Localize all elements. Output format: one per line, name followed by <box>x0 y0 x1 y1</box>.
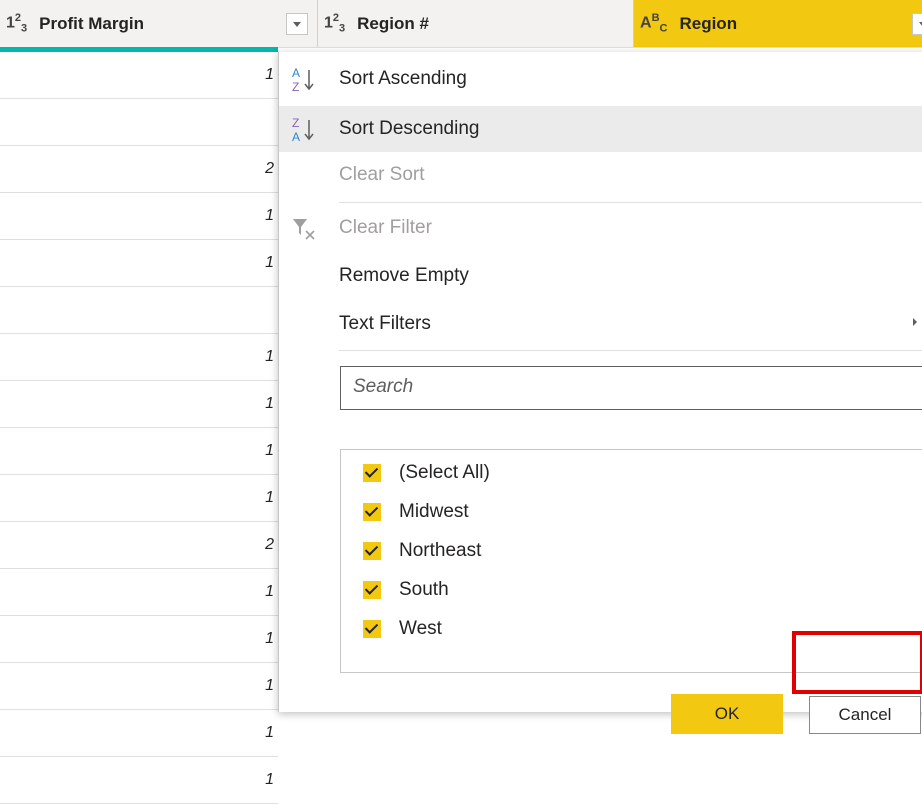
column-dropdown-button[interactable] <box>912 13 922 35</box>
clear-filter-item[interactable]: Clear Filter <box>279 205 922 251</box>
table-row: 1 <box>0 663 278 710</box>
sort-descending-icon: Z A <box>292 116 314 144</box>
profit-margin-cell: 1 <box>265 442 274 459</box>
svg-text:A: A <box>292 66 300 80</box>
filter-item-label: Northeast <box>399 540 482 561</box>
clear-sort-label: Clear Sort <box>339 164 425 185</box>
column-title: Region # <box>357 13 429 33</box>
filter-item-west[interactable]: West <box>363 610 442 648</box>
remove-empty-item[interactable]: Remove Empty <box>279 253 922 299</box>
profit-margin-cell: 1 <box>265 66 274 83</box>
profit-margin-cell: 1 <box>265 677 274 694</box>
checkbox[interactable] <box>363 503 381 521</box>
profit-margin-cell: 1 <box>265 724 274 741</box>
profit-margin-cell: 1 <box>265 348 274 365</box>
text-filters-item[interactable]: Text Filters <box>279 301 922 347</box>
clear-filter-label: Clear Filter <box>339 217 432 238</box>
sort-descending-item[interactable]: Z A Sort Descending <box>279 106 922 152</box>
filter-item-select-all[interactable]: (Select All) <box>363 454 490 492</box>
svg-text:Z: Z <box>292 80 299 94</box>
text-type-icon[interactable]: ABC <box>640 12 667 35</box>
table-row: 1 <box>0 757 278 804</box>
table-row: 1 <box>0 710 278 757</box>
profit-margin-cell: 1 <box>265 630 274 647</box>
checkbox[interactable] <box>363 620 381 638</box>
table-row: 1 <box>0 334 278 381</box>
table-row: 1 <box>0 569 278 616</box>
sort-ascending-label: Sort Ascending <box>339 68 467 89</box>
search-box[interactable] <box>340 366 922 410</box>
table-row: 1 <box>0 616 278 663</box>
table-row: 1 <box>0 193 278 240</box>
ok-button[interactable]: OK <box>671 694 783 734</box>
table-row: 1 <box>0 475 278 522</box>
profit-margin-cell: 1 <box>265 583 274 600</box>
profit-margin-cell: 1 <box>265 395 274 412</box>
clear-filter-icon <box>293 219 315 240</box>
filter-item-south[interactable]: South <box>363 571 449 609</box>
filter-item-label: Midwest <box>399 501 469 522</box>
filter-item-label: South <box>399 579 449 600</box>
table-row <box>0 99 278 146</box>
chevron-right-icon <box>913 318 917 326</box>
table-row: 1 <box>0 428 278 475</box>
table-row: 1 <box>0 52 278 99</box>
checkbox[interactable] <box>363 464 381 482</box>
profit-margin-cell: 1 <box>265 771 274 788</box>
column-title: Region <box>679 13 738 33</box>
checkbox[interactable] <box>363 581 381 599</box>
sort-ascending-item[interactable]: A Z Sort Ascending <box>279 56 922 102</box>
table-row <box>0 287 278 334</box>
svg-text:Z: Z <box>292 116 299 130</box>
filter-item-midwest[interactable]: Midwest <box>363 493 469 531</box>
filter-item-label: (Select All) <box>399 462 490 483</box>
svg-text:A: A <box>292 130 300 144</box>
column-header-region[interactable]: ABC Region <box>634 0 922 47</box>
profit-margin-cell: 1 <box>265 489 274 506</box>
filter-item-label: West <box>399 618 442 639</box>
table-row: 2 <box>0 522 278 569</box>
table-row: 1 <box>0 381 278 428</box>
profit-margin-cell: 1 <box>265 207 274 224</box>
text-filters-label: Text Filters <box>339 313 431 334</box>
profit-margin-cell: 1 <box>265 254 274 271</box>
menu-separator <box>339 350 922 351</box>
remove-empty-label: Remove Empty <box>339 265 469 286</box>
table-row: 1 <box>0 240 278 287</box>
column-dropdown-button[interactable] <box>286 13 308 35</box>
column-header-profit-margin[interactable]: 123 Profit Margin <box>0 0 318 47</box>
profit-margin-cell: 2 <box>265 160 274 177</box>
column-title: Profit Margin <box>39 13 144 33</box>
checkbox[interactable] <box>363 542 381 560</box>
sort-ascending-icon: A Z <box>292 66 314 94</box>
table-row: 2 <box>0 146 278 193</box>
clear-sort-item[interactable]: Clear Sort <box>279 152 922 198</box>
search-input[interactable] <box>341 367 922 407</box>
cancel-button[interactable]: Cancel <box>809 696 921 734</box>
profit-margin-cell: 2 <box>265 536 274 553</box>
number-type-icon[interactable]: 123 <box>324 12 345 35</box>
column-header-region-number[interactable]: 123 Region # <box>318 0 922 47</box>
menu-separator <box>339 202 922 203</box>
filter-item-northeast[interactable]: Northeast <box>363 532 481 570</box>
sort-descending-label: Sort Descending <box>339 118 480 139</box>
highlight-annotation <box>792 631 922 694</box>
column-header-row: 123 Profit Margin 123 Region # ABC Regio… <box>0 0 922 48</box>
number-type-icon[interactable]: 123 <box>6 12 27 35</box>
filter-dropdown-menu: A Z Sort Ascending Z A Sort Descending C… <box>278 52 922 734</box>
